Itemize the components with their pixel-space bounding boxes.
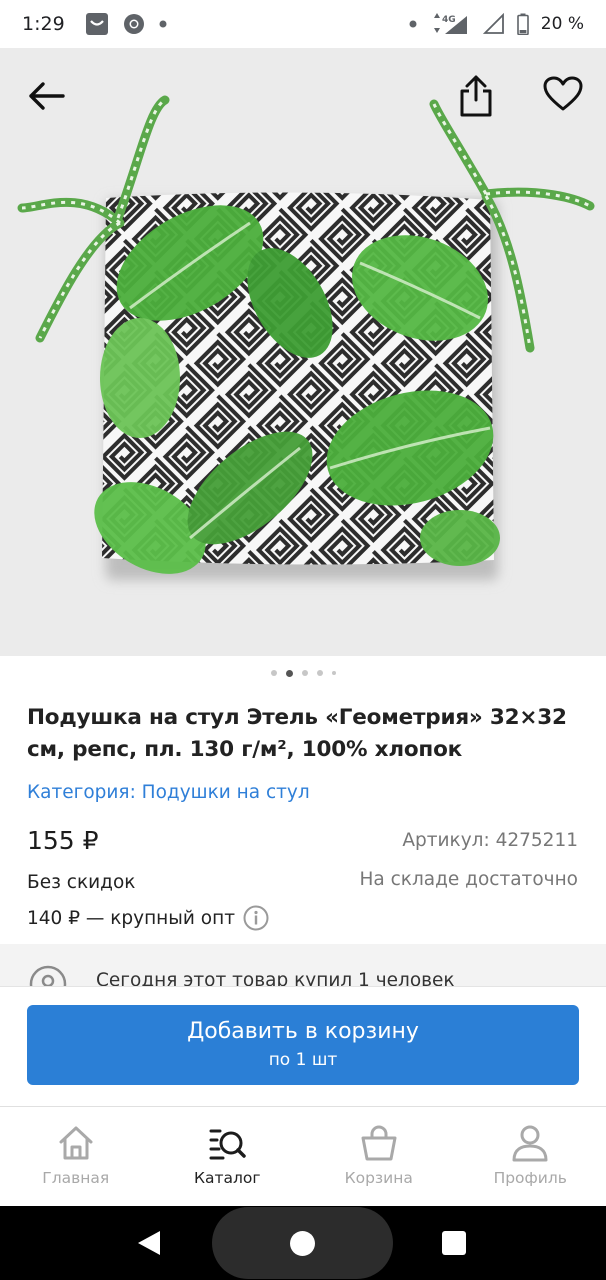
battery-percent: 20 % xyxy=(540,14,584,34)
info-icon[interactable] xyxy=(243,905,269,931)
nav-profile[interactable]: Профиль xyxy=(455,1107,606,1206)
add-to-cart-bar: Добавить в корзину по 1 шт xyxy=(0,986,606,1106)
catalog-search-icon xyxy=(209,1129,246,1160)
signal-icon: 4G xyxy=(431,12,471,36)
product-image-carousel[interactable] xyxy=(0,48,606,656)
wholesale-price-text: 140 ₽ — крупный опт xyxy=(27,907,235,929)
back-button[interactable] xyxy=(20,70,72,122)
add-to-cart-label: Добавить в корзину xyxy=(187,1019,419,1044)
system-back-icon[interactable] xyxy=(136,1229,162,1262)
nav-catalog-label: Каталог xyxy=(193,1169,261,1187)
product-price: 155 ₽ xyxy=(27,826,99,855)
add-to-cart-button[interactable]: Добавить в корзину по 1 шт xyxy=(27,1005,579,1085)
nav-cart[interactable]: Корзина xyxy=(303,1107,455,1206)
nav-home-label: Главная xyxy=(42,1169,110,1187)
nav-catalog[interactable]: Каталог xyxy=(152,1107,304,1206)
basket-icon xyxy=(361,1125,397,1161)
profile-icon xyxy=(512,1125,548,1162)
bottom-navigation: Главная Каталог Корзина Профиль xyxy=(0,1106,606,1206)
home-icon xyxy=(59,1126,93,1160)
wifi-off-icon xyxy=(482,13,505,35)
product-image xyxy=(17,95,595,580)
share-icon xyxy=(460,75,492,117)
dot-icon xyxy=(159,20,167,28)
carousel-dot[interactable] xyxy=(316,670,323,676)
purchase-info-banner: Сегодня этот товар купил 1 человек xyxy=(0,944,606,986)
nav-home[interactable]: Главная xyxy=(0,1107,152,1206)
category-link[interactable]: Категория: Подушки на стул xyxy=(27,782,310,803)
share-button[interactable] xyxy=(450,70,502,122)
carousel-dot[interactable] xyxy=(270,670,277,676)
nav-profile-label: Профиль xyxy=(493,1169,567,1187)
favorite-button[interactable] xyxy=(537,68,589,120)
purchase-info-text: Сегодня этот товар купил 1 человек xyxy=(96,970,455,986)
chrome-icon xyxy=(123,13,145,35)
product-sku: Артикул: 4275211 xyxy=(402,830,578,851)
carousel-dot[interactable] xyxy=(331,671,336,675)
wholesale-price: 140 ₽ — крупный опт xyxy=(27,905,269,931)
product-title: Подушка на стул Этель «Геометрия» 32×32 … xyxy=(27,705,567,762)
network-label: 4G xyxy=(442,15,456,25)
carousel-dot-active[interactable] xyxy=(285,669,293,677)
system-home-button[interactable] xyxy=(290,1231,315,1256)
system-navigation-bar xyxy=(0,1206,606,1280)
status-time: 1:29 xyxy=(22,13,65,35)
status-bar: 1:29 4G 20 % xyxy=(0,0,606,48)
system-recents-button[interactable] xyxy=(442,1231,466,1255)
nav-cart-label: Корзина xyxy=(344,1169,413,1187)
battery-icon xyxy=(516,13,529,35)
stock-status: На складе достаточно xyxy=(359,869,578,890)
inbox-icon xyxy=(85,12,109,36)
carousel-indicator xyxy=(0,669,606,677)
discount-label: Без скидок xyxy=(27,872,136,893)
dot-icon xyxy=(409,20,417,28)
back-arrow-icon xyxy=(29,82,65,110)
person-icon xyxy=(28,964,68,986)
heart-icon xyxy=(543,76,583,111)
add-to-cart-sublabel: по 1 шт xyxy=(268,1050,338,1070)
carousel-dot[interactable] xyxy=(301,670,308,676)
